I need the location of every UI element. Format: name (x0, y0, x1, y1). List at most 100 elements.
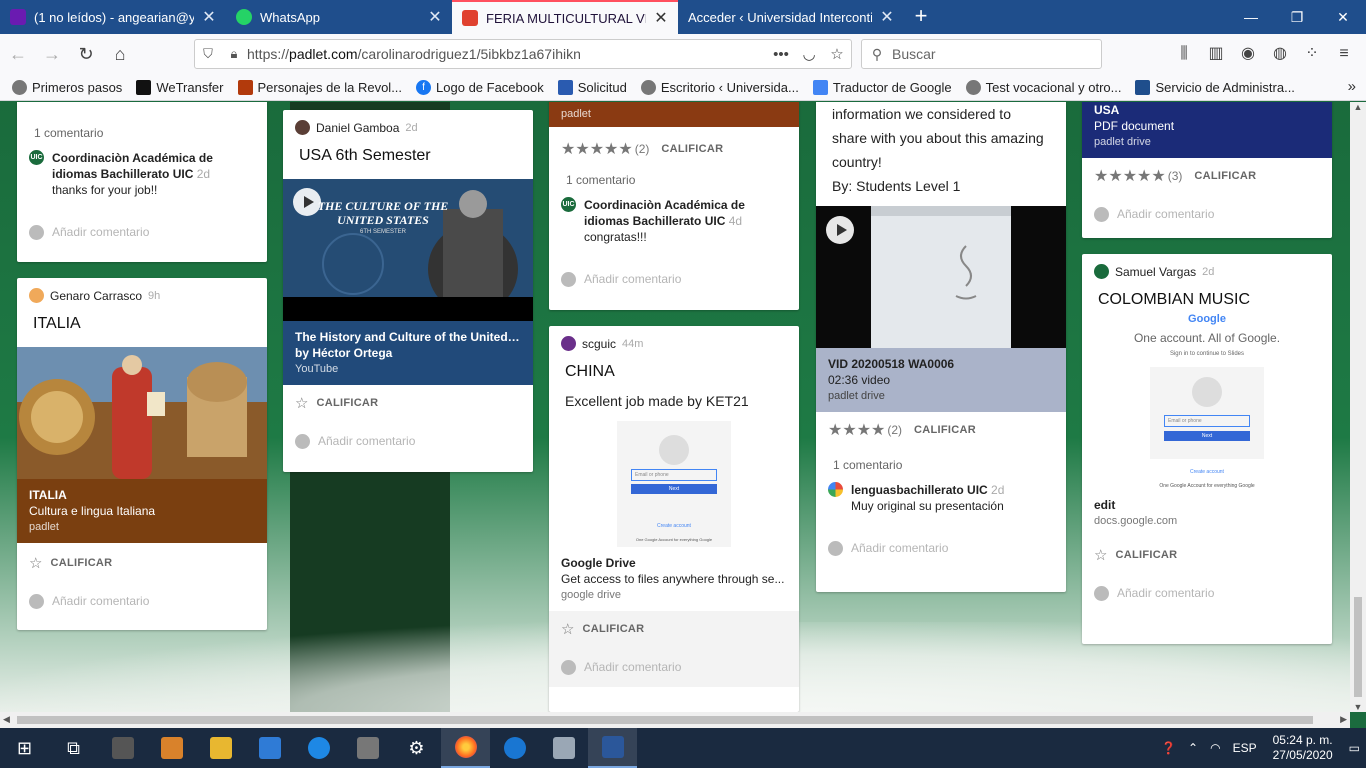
scroll-left-icon[interactable]: ◀ (3, 714, 10, 725)
post-card-colombian-music[interactable]: Samuel Vargas 2d COLOMBIAN MUSIC Google O… (1082, 254, 1332, 644)
wifi-icon[interactable]: ◠ (1204, 741, 1226, 755)
rating-row[interactable]: ★★★★★ (2) CALIFICAR (549, 131, 799, 167)
video-thumbnail[interactable]: THE CULTURE OF THE UNITED STATES 6TH SEM… (283, 179, 533, 321)
rate-button[interactable]: CALIFICAR (316, 397, 378, 409)
pdf-attachment[interactable]: USA PDF document padlet drive (1082, 102, 1332, 158)
post-card-usa[interactable]: Daniel Gamboa 2d USA 6th Semester THE CUL… (283, 110, 533, 472)
notification-icon[interactable]: ▭ (1343, 741, 1366, 755)
rate-button[interactable]: CALIFICAR (50, 557, 112, 569)
rating-row[interactable]: ★★★★★ (3) CALIFICAR (1082, 158, 1332, 194)
app-icon[interactable] (98, 728, 147, 768)
bookmark-personajes[interactable]: Personajes de la Revol... (237, 79, 402, 95)
add-comment[interactable]: Añadir comentario (816, 528, 1066, 568)
star-rating[interactable]: ★★★★ (828, 420, 885, 440)
url-bar[interactable]: ⛉ 🔒︎ https://padlet.com/carolinarodrigue… (194, 39, 852, 69)
close-window-icon[interactable]: ✕ (1320, 0, 1366, 34)
link-attachment[interactable]: padlet (549, 102, 799, 127)
google-signin-thumbnail[interactable]: Google One account. All of Google. Sign … (1082, 313, 1332, 493)
rating-row[interactable]: ☆ CALIFICAR (1082, 537, 1332, 573)
close-icon[interactable]: ✕ (428, 7, 442, 27)
sidebar-icon[interactable]: ▥ (1200, 39, 1232, 69)
internet-explorer-icon[interactable] (294, 728, 343, 768)
post-card[interactable]: 1 comentario UIC Coordinaciòn Académica … (17, 102, 267, 262)
bookmark-escritorio[interactable]: Escritorio ‹ Universida... (640, 79, 799, 95)
rate-button[interactable]: CALIFICAR (914, 424, 976, 436)
post-card[interactable]: padlet ★★★★★ (2) CALIFICAR 1 comentario UI… (549, 102, 799, 310)
menu-icon[interactable]: ≡ (1328, 39, 1360, 69)
video-thumbnail[interactable] (816, 206, 1066, 348)
help-icon[interactable]: ❓ (1155, 741, 1182, 755)
star-rating[interactable]: ★★★★★ (561, 139, 633, 159)
play-icon[interactable] (826, 216, 854, 244)
add-comment[interactable]: Añadir comentario (549, 647, 799, 687)
firefox-icon[interactable] (441, 728, 490, 768)
bookmark-star-icon[interactable]: ☆ (823, 45, 851, 63)
star-icon[interactable]: ☆ (561, 620, 574, 638)
lock-icon[interactable]: 🔒︎ (221, 46, 247, 62)
rate-button[interactable]: CALIFICAR (1194, 170, 1256, 182)
video-attachment[interactable]: VID 20200518 WA0006 02:36 video padlet d… (816, 348, 1066, 412)
rating-row[interactable]: ☆ CALIFICAR (549, 611, 799, 647)
reload-icon[interactable]: ↻ (70, 38, 102, 70)
home-icon[interactable]: ⌂ (104, 38, 136, 70)
rating-row[interactable]: ☆ CALIFICAR (17, 545, 267, 581)
windows-start-icon[interactable]: ⊞ (0, 728, 49, 768)
add-comment[interactable]: Añadir comentario (549, 259, 799, 299)
star-rating[interactable]: ★★★★★ (1094, 166, 1166, 186)
task-view-icon[interactable]: ⧉ (49, 728, 98, 768)
new-tab-button[interactable]: + (904, 0, 938, 34)
word-icon[interactable] (588, 728, 637, 768)
horizontal-scrollbar[interactable]: ◀ ▶ (0, 712, 1350, 728)
close-icon[interactable]: ✕ (880, 7, 894, 27)
shield-icon[interactable]: ⛉ (195, 46, 221, 62)
scroll-up-icon[interactable]: ▲ (1350, 102, 1366, 112)
close-icon[interactable]: ✕ (202, 7, 216, 27)
post-card-italia[interactable]: Genaro Carrasco 9h ITALIA ITALIA Cultura … (17, 278, 267, 630)
bookmark-traductor[interactable]: Traductor de Google (812, 79, 952, 95)
rating-row[interactable]: ☆ CALIFICAR (283, 385, 533, 421)
add-comment[interactable]: Añadir comentario (1082, 573, 1332, 613)
forward-icon[interactable]: → (36, 38, 68, 70)
bookmark-wetransfer[interactable]: WeTransfer (136, 79, 224, 95)
media-player-icon[interactable] (147, 728, 196, 768)
post-card-pdf[interactable]: USA PDF document padlet drive ★★★★★ (3) CA… (1082, 102, 1332, 238)
calculator-icon[interactable] (343, 728, 392, 768)
rate-button[interactable]: CALIFICAR (582, 623, 644, 635)
star-icon[interactable]: ☆ (1094, 546, 1107, 564)
edge-icon[interactable] (490, 728, 539, 768)
settings-gear-icon[interactable]: ⚙ (392, 728, 441, 768)
docs-attachment[interactable]: edit docs.google.com (1082, 493, 1332, 537)
video-attachment[interactable]: The History and Culture of the United St… (283, 321, 533, 385)
minimize-icon[interactable]: — (1228, 0, 1274, 34)
italia-painting-image[interactable] (17, 347, 267, 479)
add-comment[interactable]: Añadir comentario (283, 421, 533, 461)
extension-icon[interactable]: ◍ (1264, 39, 1296, 69)
bookmark-primeros-pasos[interactable]: Primeros pasos (12, 79, 122, 95)
apps-icon[interactable]: ⁘ (1296, 39, 1328, 69)
tab-yahoo-mail[interactable]: (1 no leídos) - angearian@yahoo ✕ (0, 0, 226, 34)
store-icon[interactable] (245, 728, 294, 768)
more-bookmarks-icon[interactable]: » (1348, 78, 1356, 95)
scroll-thumb[interactable] (17, 716, 1313, 724)
file-explorer-icon[interactable] (196, 728, 245, 768)
close-icon[interactable]: ✕ (654, 8, 668, 28)
rate-button[interactable]: CALIFICAR (661, 143, 723, 155)
post-card-video[interactable]: information we considered to share with … (816, 102, 1066, 592)
link-attachment[interactable]: ITALIA Cultura e lingua Italiana padlet (17, 479, 267, 543)
scroll-thumb[interactable] (1354, 597, 1362, 697)
account-icon[interactable]: ◉ (1232, 39, 1264, 69)
chevron-up-icon[interactable]: ⌃ (1182, 741, 1204, 755)
bookmark-test-vocacional[interactable]: Test vocacional y otro... (965, 79, 1121, 95)
rating-row[interactable]: ★★★★ (2) CALIFICAR (816, 412, 1066, 448)
scroll-down-icon[interactable]: ▼ (1350, 702, 1366, 712)
gdrive-signin-thumbnail[interactable]: Email or phone Next Create account One G… (617, 421, 731, 547)
language-indicator[interactable]: ESP (1227, 741, 1263, 755)
bookmark-servicio-admin[interactable]: Servicio de Administra... (1135, 79, 1295, 95)
url-text[interactable]: https://padlet.com/carolinarodriguez1/5i… (247, 46, 767, 62)
scroll-right-icon[interactable]: ▶ (1340, 714, 1347, 725)
add-comment[interactable]: Añadir comentario (17, 581, 267, 621)
tab-universidad[interactable]: Acceder ‹ Universidad Interconti ✕ (678, 0, 904, 34)
drive-attachment[interactable]: Google Drive Get access to files anywher… (549, 547, 799, 611)
back-icon[interactable]: ← (2, 38, 34, 70)
clock[interactable]: 05:24 p. m. 27/05/2020 (1263, 733, 1343, 763)
